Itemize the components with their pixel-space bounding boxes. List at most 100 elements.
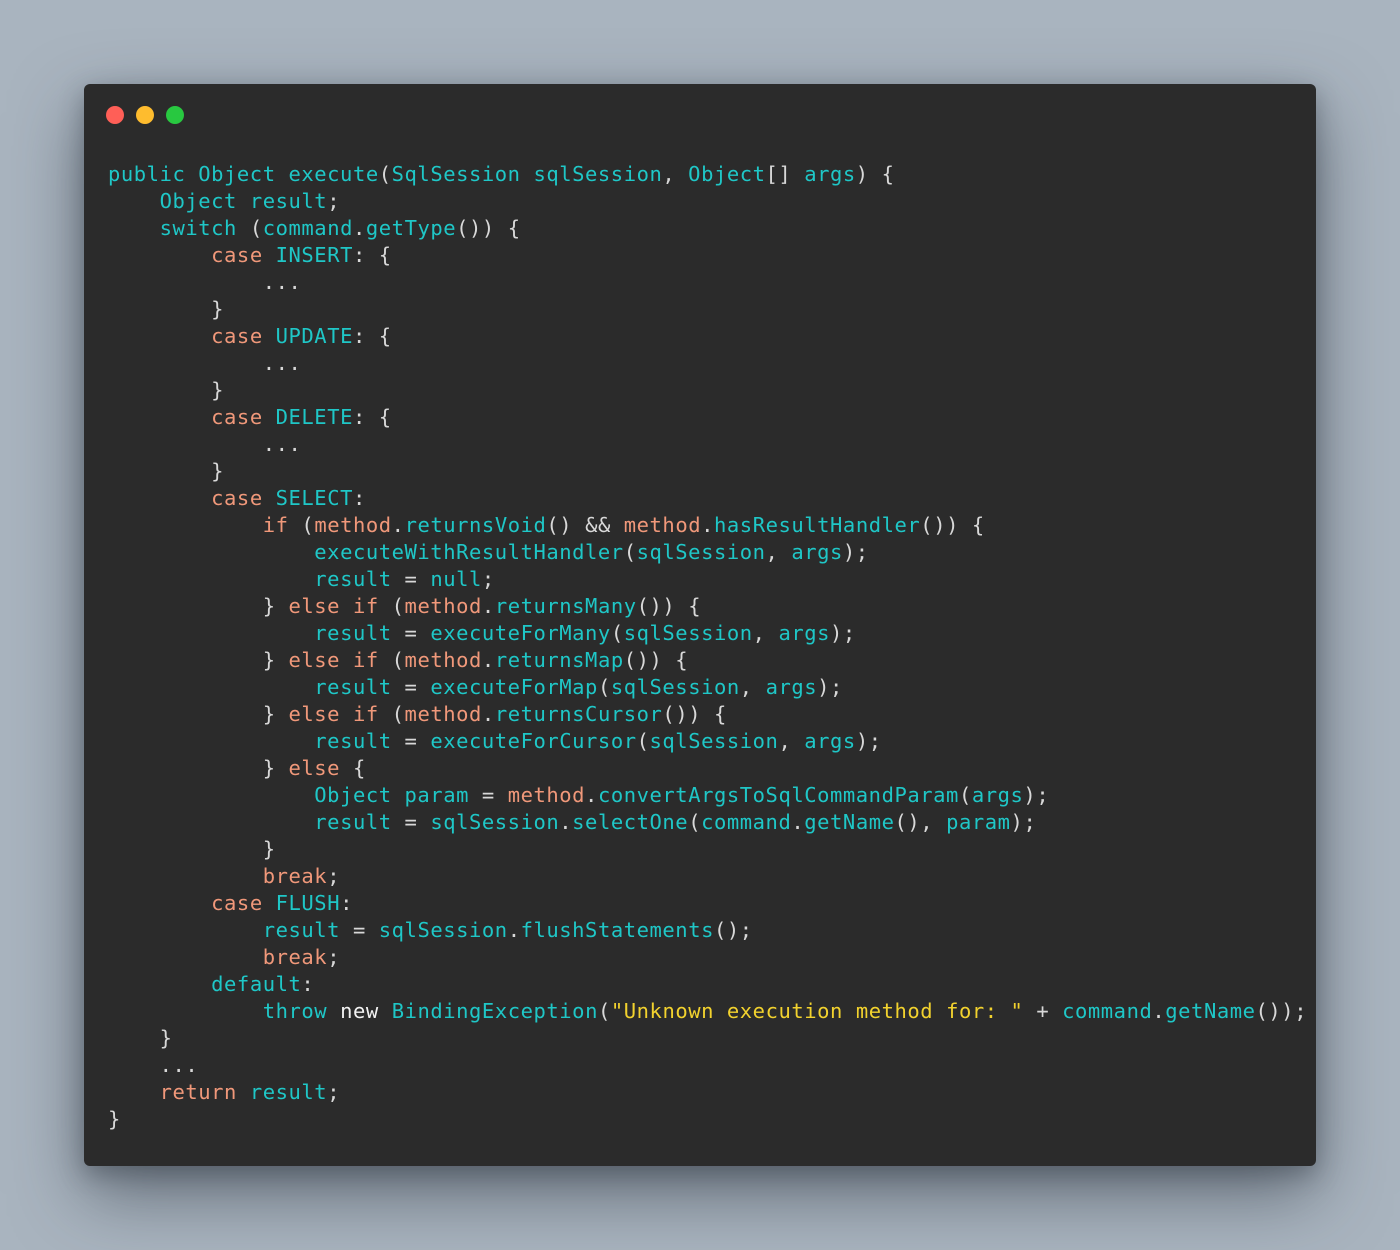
code-line: }	[108, 296, 1307, 323]
minimize-button[interactable]	[136, 106, 154, 124]
code-token-ident: public Object execute	[108, 162, 379, 186]
code-token-plain: =	[391, 567, 431, 591]
code-line: return result;	[108, 1079, 1307, 1106]
code-line: case DELETE: {	[108, 404, 1307, 431]
code-line: result = executeForMap(sqlSession, args)…	[108, 674, 1307, 701]
code-line: case SELECT:	[108, 485, 1307, 512]
code-token-plain: =	[391, 810, 431, 834]
code-token-plain: (	[610, 621, 624, 645]
maximize-button[interactable]	[166, 106, 184, 124]
code-token-plain: ;	[327, 945, 341, 969]
code-token-plain: );	[830, 621, 856, 645]
code-token-ident: returnsCursor	[494, 702, 663, 726]
code-token-ident: getName	[1165, 999, 1256, 1023]
code-token-ident: executeForMany	[430, 621, 611, 645]
code-token-plain: );	[855, 729, 882, 753]
code-token-plain: ;	[481, 567, 495, 591]
code-token-ident: INSERT	[275, 243, 353, 267]
code-line: } else if (method.returnsMany()) {	[108, 593, 1307, 620]
code-token-kw: else	[288, 756, 341, 780]
code-line: ...	[108, 269, 1307, 296]
code-token-plain: (	[378, 162, 392, 186]
code-token-ident: Object	[688, 162, 766, 186]
code-token-plain: .	[481, 702, 495, 726]
code-line: executeWithResultHandler(sqlSession, arg…	[108, 539, 1307, 566]
code-token-kw: case	[211, 405, 263, 429]
code-token-ident: sqlSession	[636, 540, 766, 564]
code-token-plain: =	[391, 729, 431, 753]
code-token-ident: FLUSH	[275, 891, 341, 915]
code-token-ident: UPDATE	[275, 324, 353, 348]
code-token-plain: );	[1010, 810, 1037, 834]
code-token-ident: returnsVoid	[404, 513, 547, 537]
code-line: result = sqlSession.flushStatements();	[108, 917, 1307, 944]
code-token-plain: );	[817, 675, 843, 699]
code-token-plain: .	[559, 810, 573, 834]
code-token-ident: throw	[262, 999, 328, 1023]
code-token-plain: ...	[108, 1053, 199, 1077]
code-token-plain: :	[340, 891, 353, 915]
code-token-plain: }	[108, 297, 225, 321]
code-token-plain: }	[108, 594, 289, 618]
code-line: result = executeForCursor(sqlSession, ar…	[108, 728, 1307, 755]
code-token-plain: }	[108, 702, 289, 726]
code-line: result = sqlSession.selectOne(command.ge…	[108, 809, 1307, 836]
code-token-plain: ,	[778, 729, 805, 753]
code-token-plain: (	[597, 675, 611, 699]
code-token-plain: (	[597, 999, 611, 1023]
code-token-ident: args	[804, 162, 856, 186]
code-token-ident: command	[262, 216, 353, 240]
code-token-kw: method	[314, 513, 392, 537]
code-line: result = executeForMany(sqlSession, args…	[108, 620, 1307, 647]
code-token-kw: case	[211, 486, 263, 510]
code-line: ...	[108, 350, 1307, 377]
code-token-plain: ;	[327, 189, 341, 213]
code-token-white: new	[340, 999, 379, 1023]
code-token-plain: (	[958, 783, 972, 807]
code-token-ident: args	[765, 675, 818, 699]
code-token-kw: method	[623, 513, 702, 537]
code-token-ident: param	[946, 810, 1011, 834]
code-token-ident: sqlSession	[378, 918, 508, 942]
code-token-ident: getName	[804, 810, 895, 834]
code-token-plain: ,	[739, 675, 766, 699]
code-token-plain: ());	[1255, 999, 1308, 1023]
code-token-ident: command	[1062, 999, 1153, 1023]
code-token-ident: switch	[159, 216, 237, 240]
code-block: public Object execute(SqlSession sqlSess…	[108, 161, 1307, 1133]
code-token-plain: : {	[352, 324, 392, 348]
code-line: case FLUSH:	[108, 890, 1307, 917]
code-token-plain: :	[352, 486, 366, 510]
code-line: switch (command.getType()) {	[108, 215, 1307, 242]
code-token-plain: }	[108, 378, 225, 402]
code-token-plain: (	[688, 810, 702, 834]
code-token-ident: Object param	[314, 783, 469, 807]
code-line: result = null;	[108, 566, 1307, 593]
code-token-plain: ()) {	[456, 216, 521, 240]
code-line: if (method.returnsVoid() && method.hasRe…	[108, 512, 1307, 539]
code-line: } else if (method.returnsMap()) {	[108, 647, 1307, 674]
code-token-plain: .	[1152, 999, 1166, 1023]
code-token-plain: .	[791, 810, 805, 834]
code-token-ident: command	[701, 810, 792, 834]
code-token-ident: sqlSession	[649, 729, 779, 753]
code-token-ident: sqlSession	[610, 675, 740, 699]
code-token-plain: =	[340, 918, 379, 942]
code-token-plain: .	[507, 918, 521, 942]
code-token-plain: (	[623, 540, 637, 564]
code-token-plain: (	[236, 216, 263, 240]
close-button[interactable]	[106, 106, 124, 124]
code-token-plain: .	[391, 513, 405, 537]
code-line: throw new BindingException("Unknown exec…	[108, 998, 1307, 1025]
code-token-ident: SqlSession sqlSession	[391, 162, 663, 186]
code-token-kw: case	[211, 243, 263, 267]
